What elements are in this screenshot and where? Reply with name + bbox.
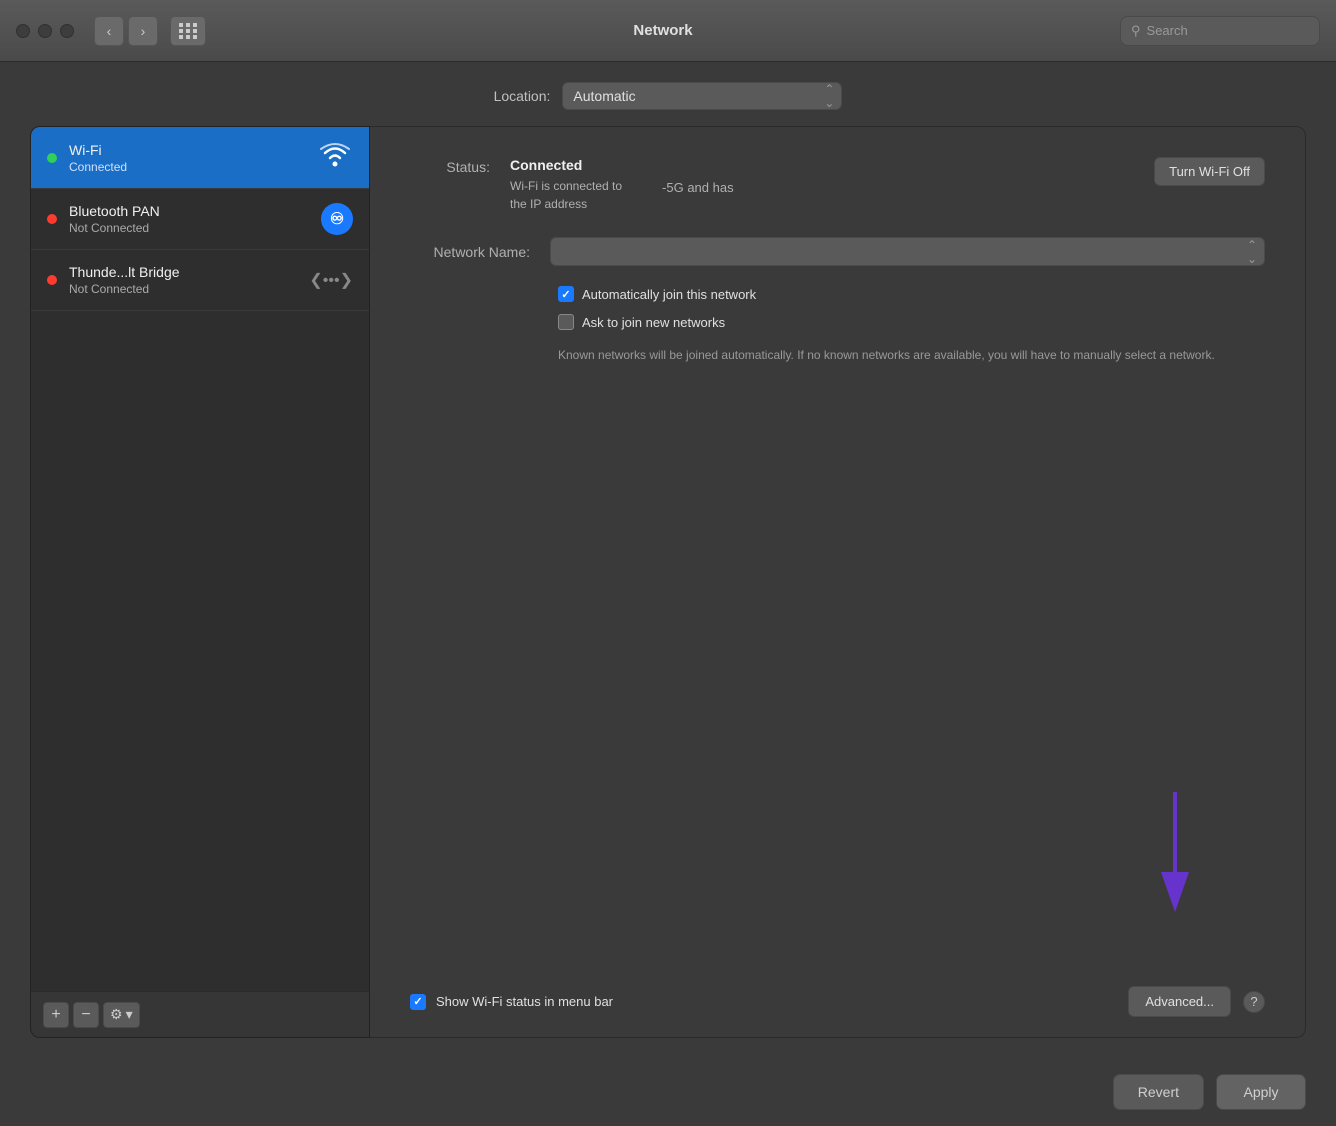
bluetooth-status: Not Connected — [69, 221, 309, 235]
status-row: Status: Connected Wi-Fi is connected to … — [410, 157, 1265, 213]
status-info: Connected Wi-Fi is connected to the IP a… — [510, 157, 622, 213]
status-dot-thunderbolt — [47, 275, 57, 285]
traffic-lights — [16, 24, 74, 38]
status-description: Wi-Fi is connected to the IP address — [510, 177, 622, 213]
network-name-label: Network Name: — [410, 244, 530, 260]
gear-icon: ⚙ — [110, 1006, 123, 1023]
status-dot-bluetooth — [47, 214, 57, 224]
show-wifi-checkbox[interactable] — [410, 994, 426, 1010]
search-placeholder: Search — [1147, 23, 1188, 38]
auto-join-row: Automatically join this network — [410, 286, 1265, 302]
bluetooth-info: Bluetooth PAN Not Connected — [69, 203, 309, 235]
window-title: Network — [218, 22, 1108, 39]
location-label: Location: — [494, 88, 551, 104]
show-wifi-label: Show Wi-Fi status in menu bar — [436, 994, 613, 1009]
show-wifi-row: Show Wi-Fi status in menu bar — [410, 994, 613, 1010]
ask-join-checkbox[interactable] — [558, 314, 574, 330]
ask-join-checkbox-wrapper: Ask to join new networks — [558, 314, 725, 330]
close-button[interactable] — [16, 24, 30, 38]
advanced-button[interactable]: Advanced... — [1128, 986, 1231, 1017]
wifi-name: Wi-Fi — [69, 142, 305, 158]
wifi-icon — [317, 141, 353, 174]
grid-button[interactable] — [170, 16, 206, 46]
network-name-row: Network Name: ⌃⌄ — [410, 237, 1265, 266]
ask-join-label: Ask to join new networks — [582, 315, 725, 330]
bottom-row: Show Wi-Fi status in menu bar Advanced..… — [410, 970, 1265, 1017]
sidebar-item-wifi[interactable]: Wi-Fi Connected — [31, 127, 369, 189]
nav-buttons: ‹ › — [94, 16, 158, 46]
wifi-info: Wi-Fi Connected — [69, 142, 305, 174]
auto-join-checkbox[interactable] — [558, 286, 574, 302]
remove-network-button[interactable]: − — [73, 1002, 99, 1028]
status-field-label: Status: — [410, 157, 490, 175]
grid-icon — [179, 23, 198, 39]
search-bar[interactable]: ⚲ Search — [1120, 16, 1320, 46]
location-select[interactable]: Automatic — [562, 82, 842, 110]
forward-button[interactable]: › — [128, 16, 158, 46]
thunderbolt-icon: ❮•••❯ — [309, 270, 353, 290]
ask-join-info: Known networks will be joined automatica… — [410, 346, 1265, 364]
auto-join-checkbox-wrapper: Automatically join this network — [558, 286, 756, 302]
sidebar: Wi-Fi Connected — [30, 126, 370, 1038]
thunderbolt-status: Not Connected — [69, 282, 297, 296]
thunderbolt-info: Thunde...lt Bridge Not Connected — [69, 264, 297, 296]
wifi-status: Connected — [69, 160, 305, 174]
location-select-wrapper: Automatic ⌃⌄ — [562, 82, 842, 110]
panel-area: Wi-Fi Connected — [30, 126, 1306, 1038]
bluetooth-name: Bluetooth PAN — [69, 203, 309, 219]
network-name-select-wrapper: ⌃⌄ — [550, 237, 1265, 266]
minimize-button[interactable] — [38, 24, 52, 38]
status-extra: -5G and has — [662, 179, 734, 197]
main-content: Location: Automatic ⌃⌄ Wi-Fi Connected — [0, 62, 1336, 1058]
ask-join-row: Ask to join new networks — [410, 314, 1265, 330]
add-network-button[interactable]: + — [43, 1002, 69, 1028]
status-dot-wifi — [47, 153, 57, 163]
footer: Revert Apply — [0, 1058, 1336, 1126]
sidebar-item-thunderbolt[interactable]: Thunde...lt Bridge Not Connected ❮•••❯ — [31, 250, 369, 311]
apply-button[interactable]: Apply — [1216, 1074, 1306, 1110]
search-icon: ⚲ — [1131, 23, 1141, 39]
sidebar-item-bluetooth[interactable]: Bluetooth PAN Not Connected ♾ — [31, 189, 369, 250]
gear-chevron-icon: ▾ — [126, 1006, 133, 1023]
thunderbolt-name: Thunde...lt Bridge — [69, 264, 297, 280]
gear-menu-button[interactable]: ⚙ ▾ — [103, 1002, 140, 1028]
detail-panel: Status: Connected Wi-Fi is connected to … — [370, 126, 1306, 1038]
maximize-button[interactable] — [60, 24, 74, 38]
titlebar: ‹ › Network ⚲ Search — [0, 0, 1336, 62]
bluetooth-icon: ♾ — [321, 203, 353, 235]
status-value: Connected — [510, 157, 622, 173]
sidebar-toolbar: + − ⚙ ▾ — [31, 991, 369, 1037]
network-name-select[interactable] — [550, 237, 1265, 266]
back-button[interactable]: ‹ — [94, 16, 124, 46]
help-button[interactable]: ? — [1243, 991, 1265, 1013]
location-row: Location: Automatic ⌃⌄ — [30, 82, 1306, 110]
network-list: Wi-Fi Connected — [31, 127, 369, 991]
arrow-annotation — [1145, 792, 1205, 917]
auto-join-label: Automatically join this network — [582, 287, 756, 302]
revert-button[interactable]: Revert — [1113, 1074, 1204, 1110]
bottom-buttons: Advanced... ? — [1128, 986, 1265, 1017]
turn-wifi-off-button[interactable]: Turn Wi-Fi Off — [1154, 157, 1265, 186]
